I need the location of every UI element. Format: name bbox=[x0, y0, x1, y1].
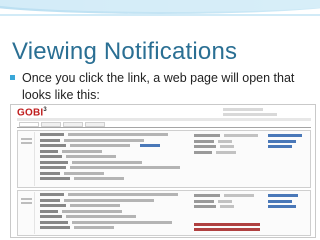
thumbnail-line bbox=[21, 198, 32, 200]
tab[interactable] bbox=[19, 122, 39, 127]
action-link[interactable] bbox=[268, 194, 298, 197]
status-highlight bbox=[194, 228, 260, 231]
thumbnail-line bbox=[21, 142, 32, 144]
thumbnail-line bbox=[21, 138, 32, 140]
header-text-placeholder bbox=[223, 108, 263, 111]
action-link[interactable] bbox=[268, 139, 296, 143]
bullet-line-1: Once you click the link, a web page will… bbox=[10, 70, 310, 87]
record-fields bbox=[40, 193, 190, 232]
action-link[interactable] bbox=[268, 199, 292, 203]
record-actions bbox=[268, 194, 308, 211]
action-link[interactable] bbox=[268, 205, 296, 208]
thumbnail-line bbox=[21, 202, 32, 204]
tab[interactable] bbox=[85, 122, 105, 127]
nav-strip bbox=[17, 118, 311, 121]
record-actions bbox=[268, 134, 308, 151]
action-link[interactable] bbox=[268, 134, 302, 137]
embedded-screenshot: GOBI3 bbox=[10, 104, 316, 238]
bullet-line-2: looks like this: bbox=[22, 88, 100, 102]
record-fields bbox=[40, 133, 190, 183]
status-highlight bbox=[194, 223, 260, 226]
bullet-text: Once you click the link, a web page will… bbox=[10, 70, 310, 104]
record-meta bbox=[194, 194, 264, 211]
gobi-logo: GOBI3 bbox=[17, 107, 47, 119]
notification-record bbox=[17, 190, 311, 236]
decorative-header-band bbox=[0, 0, 320, 20]
notification-record bbox=[17, 130, 311, 188]
bullet-marker-icon bbox=[10, 75, 15, 81]
tab-bar bbox=[17, 122, 311, 128]
tab[interactable] bbox=[41, 122, 61, 127]
tab[interactable] bbox=[63, 122, 83, 127]
slide-title: Viewing Notifications bbox=[12, 38, 238, 65]
record-meta bbox=[194, 134, 264, 156]
record-thumbnail bbox=[19, 132, 35, 186]
header-divider bbox=[0, 14, 320, 16]
record-thumbnail bbox=[19, 192, 35, 234]
header-text-placeholder bbox=[223, 113, 277, 116]
action-link[interactable] bbox=[268, 145, 292, 148]
